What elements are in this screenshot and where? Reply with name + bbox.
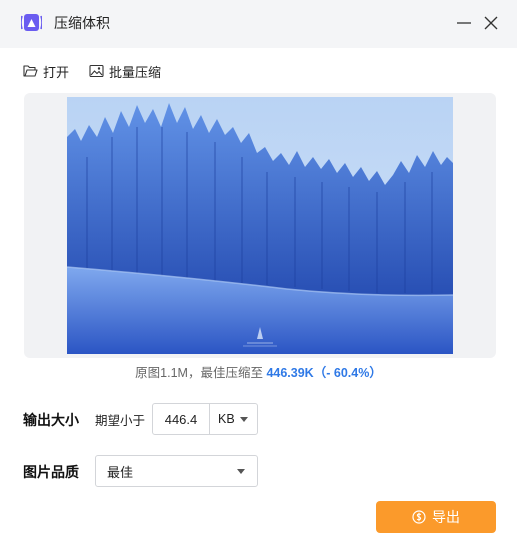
expect-less-than-label: 期望小于: [95, 414, 146, 428]
summary-separator: ，: [187, 366, 201, 380]
preview-image: [67, 97, 453, 354]
caret-down-icon: [237, 469, 245, 474]
target-size-input[interactable]: [153, 404, 210, 434]
quality-value: 最佳: [107, 464, 134, 480]
output-size-label: 输出大小: [23, 412, 79, 428]
best-size: 446.39K: [266, 366, 314, 380]
folder-open-icon: [23, 65, 38, 77]
target-size-control: KB: [152, 403, 258, 435]
image-quality-label: 图片品质: [23, 464, 79, 480]
original-prefix: 原图: [135, 366, 161, 380]
batch-compress-button[interactable]: 批量压缩: [89, 61, 161, 81]
export-label: 导出: [432, 509, 460, 525]
image-preview-panel: [24, 93, 496, 358]
size-change: - 60.4%: [326, 366, 370, 380]
close-icon[interactable]: [480, 12, 502, 34]
open-button[interactable]: 打开: [23, 61, 69, 81]
close-paren: ）: [369, 366, 382, 380]
original-size: 1.1M: [160, 366, 188, 380]
app-logo-icon: [21, 14, 42, 31]
image-icon: [89, 64, 104, 78]
open-paren: （: [313, 366, 327, 380]
window-title: 压缩体积: [54, 15, 110, 31]
batch-compress-label: 批量压缩: [109, 64, 162, 80]
open-label: 打开: [43, 64, 70, 80]
minimize-icon[interactable]: [453, 12, 475, 34]
size-unit-select[interactable]: KB: [210, 404, 257, 434]
size-unit-value: KB: [218, 412, 235, 426]
compression-summary: 原图1.1M，最佳压缩至 446.39K（- 60.4%）: [0, 364, 517, 382]
best-prefix: 最佳压缩至: [200, 366, 267, 380]
caret-down-icon: [240, 417, 248, 422]
export-button[interactable]: 导出: [376, 501, 496, 533]
export-coin-icon: [412, 510, 426, 524]
image-quality-select[interactable]: 最佳: [95, 455, 258, 487]
title-bar: 压缩体积: [0, 0, 517, 48]
